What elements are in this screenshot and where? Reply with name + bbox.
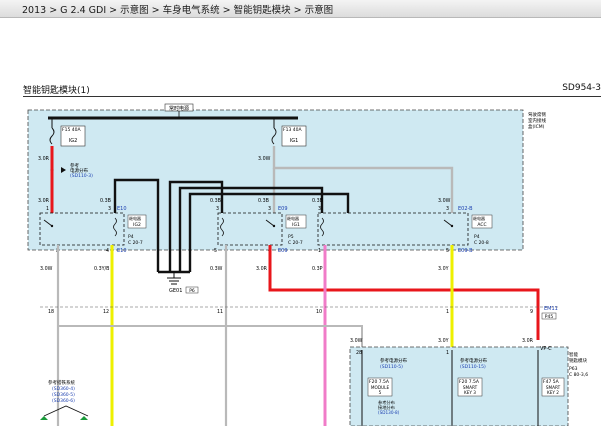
conn-e09-bottom: E09 bbox=[278, 248, 288, 254]
wire-label-9: 3.0W bbox=[40, 266, 53, 272]
wire-label-13: 0.3P bbox=[312, 266, 323, 272]
wire-label-10: 0.3Y/B bbox=[94, 266, 109, 272]
lower-ground-ref-3: (SD130-8) bbox=[378, 410, 400, 415]
wire-white-cross bbox=[57, 320, 363, 350]
wire-label-6: 0.3B bbox=[258, 198, 269, 204]
pin-20: 1 bbox=[446, 350, 449, 356]
module-conn-1: P63 bbox=[569, 366, 578, 372]
left-ref-3: (SD360-5) bbox=[52, 392, 75, 398]
wire-label-5: 0.3B bbox=[210, 198, 221, 204]
wire-label-15: 3.0W bbox=[350, 338, 363, 344]
ground-id: GE01 bbox=[169, 288, 182, 294]
em-wire: VP-C bbox=[540, 346, 552, 352]
wire-label-3: 3.0R bbox=[38, 198, 50, 204]
relay-ig1-conn-1: P5 bbox=[288, 234, 294, 240]
pin-12: 5 bbox=[446, 248, 449, 254]
wire-label-2: 3.0W bbox=[258, 156, 271, 162]
conn-e02b: E02-B bbox=[458, 206, 473, 212]
conn-e09-top: E09 bbox=[278, 206, 288, 212]
power-ref-1: 参考 bbox=[70, 162, 79, 169]
pin-9: 5 bbox=[214, 248, 217, 254]
relay-acc-conn-1: P4 bbox=[474, 234, 480, 240]
pin-16: 10 bbox=[316, 309, 322, 315]
power-ref-3: (SD110-3) bbox=[70, 173, 93, 179]
lower-ref-2b: (SD110-15) bbox=[460, 364, 486, 370]
pin-8: 4 bbox=[106, 248, 109, 254]
conn-e10-top: E10 bbox=[117, 206, 127, 212]
pin-3: 3 bbox=[216, 206, 219, 212]
pin-4: 3 bbox=[268, 206, 271, 212]
lower-fuse-2-name-b: KEY 3 bbox=[464, 390, 476, 395]
left-ref-1: 参考搭铁系统 bbox=[48, 379, 75, 386]
lower-fuse-1-name-b: 5 bbox=[379, 390, 382, 395]
ground-ref: P6 bbox=[189, 288, 195, 294]
relay-ig2-conn-1: P4 bbox=[128, 234, 134, 240]
conn-e09b: E09-B bbox=[458, 248, 473, 254]
fuse-ig1-id: F13 40A bbox=[283, 127, 302, 133]
wire-label-11: 0.3W bbox=[210, 266, 223, 272]
lower-ref-1b: (SD110-5) bbox=[380, 364, 403, 370]
em-connector-id: EM11 bbox=[544, 306, 558, 312]
pin-18: 9 bbox=[530, 309, 533, 315]
conn-e10-bottom: E10 bbox=[117, 248, 127, 254]
pin-17: 1 bbox=[446, 309, 449, 315]
fuse-ig2-name: IG2 bbox=[69, 138, 78, 144]
pin-15: 11 bbox=[217, 309, 223, 315]
module-conn-2: C 80-3,6 bbox=[569, 372, 588, 378]
side-note-3: 盒(ICM) bbox=[528, 123, 545, 130]
relay-ig1-name: IG1 bbox=[292, 222, 300, 228]
pin-2: 3 bbox=[108, 206, 111, 212]
fuse-ig1-name: IG1 bbox=[290, 138, 299, 144]
relay-ig1-label: 继电器 bbox=[287, 215, 299, 221]
relay-ig2-label: 继电器 bbox=[129, 215, 141, 221]
pin-5: 3 bbox=[318, 206, 321, 212]
pin-1: 1 bbox=[46, 206, 49, 212]
wire-label-8: 3.0W bbox=[438, 198, 451, 204]
relay-acc-conn-2: C 20-8 bbox=[474, 240, 489, 246]
pin-13: 18 bbox=[48, 309, 54, 315]
wire-label-7: 0.3B bbox=[312, 198, 323, 204]
fuse-ig2-id: F15 40A bbox=[62, 127, 81, 133]
power-ref-2: 电源分布 bbox=[70, 167, 88, 174]
relay-ig2-conn-2: C 20-7 bbox=[128, 240, 143, 246]
pin-19: 28 bbox=[356, 350, 362, 356]
wire-label-12: 3.0R bbox=[256, 266, 268, 272]
relay-ig2-name: IG2 bbox=[133, 222, 141, 228]
bus-label: 常时电源 bbox=[169, 105, 189, 112]
wire-label-16: 3.0Y bbox=[438, 338, 449, 344]
em-connector-pin: P45 bbox=[545, 314, 554, 320]
pin-14: 12 bbox=[103, 309, 109, 315]
side-note-1: 驾驶席侧 bbox=[528, 111, 546, 118]
wire-label-1: 3.0R bbox=[38, 156, 50, 162]
module-title-2: 钥匙模块 bbox=[569, 357, 587, 364]
side-note-2: 室内接线 bbox=[528, 117, 546, 124]
relay-ig1-conn-2: C 20-7 bbox=[288, 240, 303, 246]
relay-acc-name: ACC bbox=[477, 222, 486, 228]
lower-ref-2a: 参考电源分布 bbox=[460, 357, 487, 364]
wiring-diagram: 常时电源 驾驶席侧 室内接线 盒(ICM) F15 40A IG2 F13 40… bbox=[27, 103, 588, 426]
lower-ref-1a: 参考电源分布 bbox=[380, 357, 407, 364]
pin-11: 1 bbox=[318, 248, 321, 254]
module-title-1: 智能 bbox=[569, 351, 578, 358]
wire-label-17: 3.0R bbox=[522, 338, 534, 344]
wire-label-14: 3.0Y bbox=[438, 266, 449, 272]
relay-acc-label: 继电器 bbox=[473, 215, 485, 221]
lower-fuse-3-name-b: KEY 2 bbox=[547, 390, 559, 395]
wire-label-4: 0.3B bbox=[100, 198, 111, 204]
pin-6: 3 bbox=[446, 206, 449, 212]
left-ref-2: (SD360-4) bbox=[52, 386, 75, 392]
left-ref-4: (SD360-6) bbox=[52, 398, 75, 404]
